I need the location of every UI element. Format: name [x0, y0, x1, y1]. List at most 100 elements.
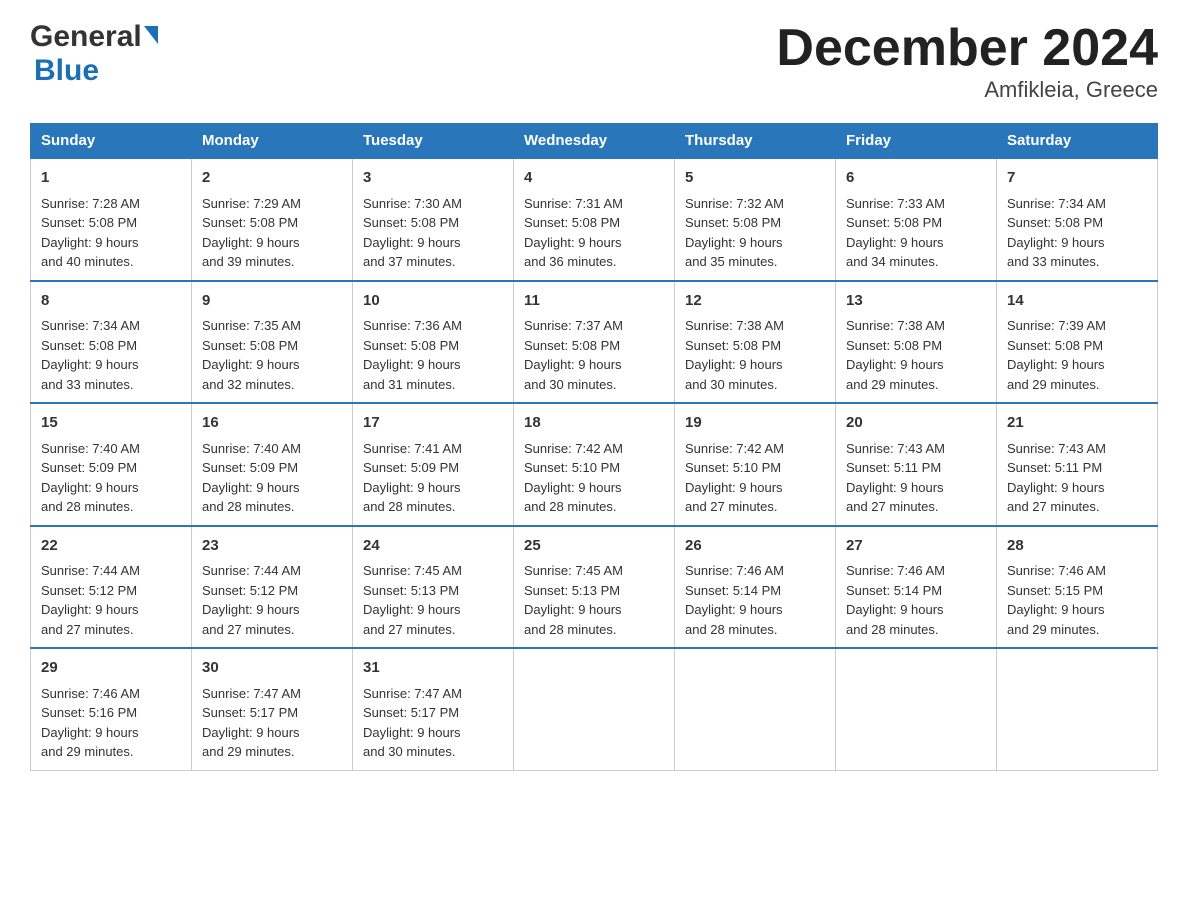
day-number: 27 — [846, 535, 986, 558]
day-number: 30 — [202, 657, 342, 680]
table-row — [514, 648, 675, 770]
table-row: 30 Sunrise: 7:47 AMSunset: 5:17 PMDayligh… — [192, 648, 353, 770]
table-row: 28Sunrise: 7:46 AMSunset: 5:15 PMDayligh… — [997, 526, 1158, 649]
col-saturday: Saturday — [997, 124, 1158, 159]
day-info: Sunrise: 7:46 AMSunset: 5:14 PMDaylight:… — [846, 561, 986, 639]
day-number: 11 — [524, 290, 664, 313]
day-number: 2 — [202, 167, 342, 190]
title-block: December 2024 Amfikleia, Greece — [776, 20, 1158, 103]
day-info: Sunrise: 7:47 AMSunset: 5:17 PMDaylight:… — [363, 684, 503, 762]
table-row: 15 Sunrise: 7:40 AMSunset: 5:09 PMDayligh… — [31, 403, 192, 526]
table-row: 31 Sunrise: 7:47 AMSunset: 5:17 PMDayligh… — [353, 648, 514, 770]
day-number: 4 — [524, 167, 664, 190]
table-row: 2 Sunrise: 7:29 AMSunset: 5:08 PMDaylight… — [192, 158, 353, 281]
day-info: Sunrise: 7:42 AMSunset: 5:10 PMDaylight:… — [685, 439, 825, 517]
day-number: 29 — [41, 657, 181, 680]
day-info: Sunrise: 7:44 AMSunset: 5:12 PMDaylight:… — [202, 561, 342, 639]
page-title: December 2024 — [776, 20, 1158, 77]
day-number: 10 — [363, 290, 503, 313]
table-row: 8Sunrise: 7:34 AMSunset: 5:08 PMDaylight… — [31, 281, 192, 404]
day-info: Sunrise: 7:47 AMSunset: 5:17 PMDaylight:… — [202, 684, 342, 762]
calendar-week-row: 8Sunrise: 7:34 AMSunset: 5:08 PMDaylight… — [31, 281, 1158, 404]
day-number: 18 — [524, 412, 664, 435]
day-info: Sunrise: 7:44 AMSunset: 5:12 PMDaylight:… — [41, 561, 181, 639]
day-info: Sunrise: 7:36 AMSunset: 5:08 PMDaylight:… — [363, 316, 503, 394]
table-row: 21 Sunrise: 7:43 AMSunset: 5:11 PMDayligh… — [997, 403, 1158, 526]
logo-line1: General — [30, 20, 158, 54]
table-row: 13 Sunrise: 7:38 AMSunset: 5:08 PMDayligh… — [836, 281, 997, 404]
logo-blue-text: Blue — [34, 54, 99, 87]
day-info: Sunrise: 7:38 AMSunset: 5:08 PMDaylight:… — [685, 316, 825, 394]
table-row: 20 Sunrise: 7:43 AMSunset: 5:11 PMDayligh… — [836, 403, 997, 526]
day-info: Sunrise: 7:41 AMSunset: 5:09 PMDaylight:… — [363, 439, 503, 517]
day-info: Sunrise: 7:32 AMSunset: 5:08 PMDaylight:… — [685, 194, 825, 272]
table-row: 27 Sunrise: 7:46 AMSunset: 5:14 PMDayligh… — [836, 526, 997, 649]
day-number: 20 — [846, 412, 986, 435]
day-number: 14 — [1007, 290, 1147, 313]
day-info: Sunrise: 7:33 AMSunset: 5:08 PMDaylight:… — [846, 194, 986, 272]
col-thursday: Thursday — [675, 124, 836, 159]
day-number: 22 — [41, 535, 181, 558]
table-row — [675, 648, 836, 770]
table-row: 23Sunrise: 7:44 AMSunset: 5:12 PMDayligh… — [192, 526, 353, 649]
day-info: Sunrise: 7:43 AMSunset: 5:11 PMDaylight:… — [846, 439, 986, 517]
day-number: 6 — [846, 167, 986, 190]
calendar-week-row: 1 Sunrise: 7:28 AMSunset: 5:08 PMDaylight… — [31, 158, 1158, 281]
calendar-header-row: Sunday Monday Tuesday Wednesday Thursday… — [31, 124, 1158, 159]
table-row: 10 Sunrise: 7:36 AMSunset: 5:08 PMDayligh… — [353, 281, 514, 404]
day-info: Sunrise: 7:28 AMSunset: 5:08 PMDaylight:… — [41, 194, 181, 272]
day-info: Sunrise: 7:45 AMSunset: 5:13 PMDaylight:… — [363, 561, 503, 639]
table-row: 7Sunrise: 7:34 AMSunset: 5:08 PMDaylight… — [997, 158, 1158, 281]
table-row: 1 Sunrise: 7:28 AMSunset: 5:08 PMDaylight… — [31, 158, 192, 281]
day-number: 26 — [685, 535, 825, 558]
table-row: 17 Sunrise: 7:41 AMSunset: 5:09 PMDayligh… — [353, 403, 514, 526]
day-number: 9 — [202, 290, 342, 313]
col-tuesday: Tuesday — [353, 124, 514, 159]
day-info: Sunrise: 7:46 AMSunset: 5:15 PMDaylight:… — [1007, 561, 1147, 639]
table-row: 16 Sunrise: 7:40 AMSunset: 5:09 PMDayligh… — [192, 403, 353, 526]
table-row: 12 Sunrise: 7:38 AMSunset: 5:08 PMDayligh… — [675, 281, 836, 404]
day-number: 16 — [202, 412, 342, 435]
day-info: Sunrise: 7:37 AMSunset: 5:08 PMDaylight:… — [524, 316, 664, 394]
day-info: Sunrise: 7:43 AMSunset: 5:11 PMDaylight:… — [1007, 439, 1147, 517]
table-row: 4 Sunrise: 7:31 AMSunset: 5:08 PMDaylight… — [514, 158, 675, 281]
day-number: 1 — [41, 167, 181, 190]
day-number: 21 — [1007, 412, 1147, 435]
day-info: Sunrise: 7:45 AMSunset: 5:13 PMDaylight:… — [524, 561, 664, 639]
day-number: 5 — [685, 167, 825, 190]
logo-general-text: General — [30, 20, 142, 54]
page-header: General Blue December 2024 Amfikleia, Gr… — [30, 20, 1158, 103]
table-row — [997, 648, 1158, 770]
table-row: 5 Sunrise: 7:32 AMSunset: 5:08 PMDaylight… — [675, 158, 836, 281]
day-number: 8 — [41, 290, 181, 313]
table-row: 14 Sunrise: 7:39 AMSunset: 5:08 PMDayligh… — [997, 281, 1158, 404]
col-sunday: Sunday — [31, 124, 192, 159]
day-number: 17 — [363, 412, 503, 435]
table-row: 29 Sunrise: 7:46 AMSunset: 5:16 PMDayligh… — [31, 648, 192, 770]
table-row: 11 Sunrise: 7:37 AMSunset: 5:08 PMDayligh… — [514, 281, 675, 404]
col-monday: Monday — [192, 124, 353, 159]
day-number: 12 — [685, 290, 825, 313]
day-number: 3 — [363, 167, 503, 190]
table-row: 25Sunrise: 7:45 AMSunset: 5:13 PMDayligh… — [514, 526, 675, 649]
page-subtitle: Amfikleia, Greece — [776, 77, 1158, 103]
calendar-week-row: 15 Sunrise: 7:40 AMSunset: 5:09 PMDayligh… — [31, 403, 1158, 526]
logo-line2: Blue — [34, 54, 99, 88]
day-info: Sunrise: 7:46 AMSunset: 5:16 PMDaylight:… — [41, 684, 181, 762]
day-number: 24 — [363, 535, 503, 558]
day-info: Sunrise: 7:40 AMSunset: 5:09 PMDaylight:… — [41, 439, 181, 517]
day-info: Sunrise: 7:40 AMSunset: 5:09 PMDaylight:… — [202, 439, 342, 517]
day-number: 31 — [363, 657, 503, 680]
col-friday: Friday — [836, 124, 997, 159]
day-info: Sunrise: 7:38 AMSunset: 5:08 PMDaylight:… — [846, 316, 986, 394]
table-row: 19Sunrise: 7:42 AMSunset: 5:10 PMDayligh… — [675, 403, 836, 526]
table-row — [836, 648, 997, 770]
day-info: Sunrise: 7:31 AMSunset: 5:08 PMDaylight:… — [524, 194, 664, 272]
day-info: Sunrise: 7:29 AMSunset: 5:08 PMDaylight:… — [202, 194, 342, 272]
day-number: 13 — [846, 290, 986, 313]
day-number: 15 — [41, 412, 181, 435]
day-info: Sunrise: 7:39 AMSunset: 5:08 PMDaylight:… — [1007, 316, 1147, 394]
calendar-table: Sunday Monday Tuesday Wednesday Thursday… — [30, 123, 1158, 771]
table-row: 3Sunrise: 7:30 AMSunset: 5:08 PMDaylight… — [353, 158, 514, 281]
day-number: 7 — [1007, 167, 1147, 190]
